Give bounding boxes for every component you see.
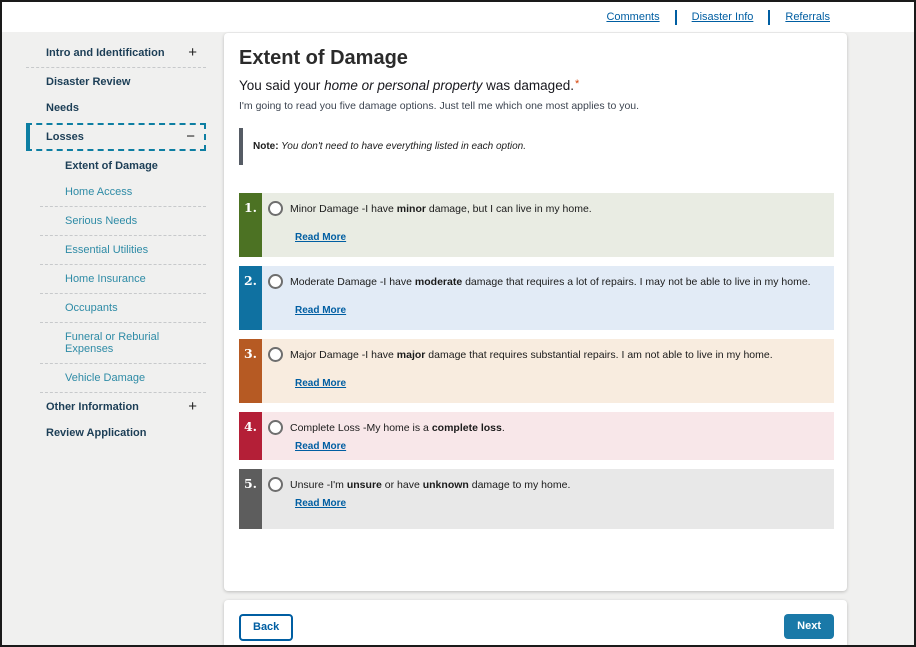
sidebar-item-review-application[interactable]: Review Application bbox=[26, 420, 206, 446]
option-number-block: 1. bbox=[239, 193, 262, 257]
sidebar-subitem-vehicle-damage[interactable]: Vehicle Damage bbox=[26, 365, 206, 391]
radio-button-2[interactable] bbox=[268, 274, 283, 289]
expand-plus-icon[interactable]: + bbox=[188, 402, 200, 412]
sidebar-item-losses[interactable]: Losses − bbox=[26, 123, 206, 151]
note-text: You don't need to have everything listed… bbox=[279, 141, 526, 152]
nav-link-disaster-info[interactable]: Disaster Info bbox=[692, 11, 754, 23]
content-region: Intro and Identification + Disaster Review… bbox=[2, 32, 914, 645]
radio-button-4[interactable] bbox=[268, 420, 283, 435]
sidebar-item-label: Other Information bbox=[46, 401, 139, 413]
application-window: Comments Disaster Info Referrals Intro a… bbox=[0, 0, 916, 647]
option-row-3: 3. Major Damage -I have major damage that… bbox=[239, 339, 834, 403]
option-row-2: 2. Moderate Damage -I have moderate damag… bbox=[239, 266, 834, 330]
page-title: Extent of Damage bbox=[239, 47, 834, 70]
question-italic-phrase: home or personal property bbox=[324, 78, 482, 93]
sidebar: Intro and Identification + Disaster Review… bbox=[2, 32, 224, 645]
option-number: 3. bbox=[244, 346, 257, 361]
option-line: Major Damage -I have major damage that r… bbox=[268, 347, 824, 362]
nav-link-referrals[interactable]: Referrals bbox=[785, 11, 830, 23]
sidebar-divider bbox=[26, 67, 206, 68]
note-label: Note: bbox=[253, 141, 279, 152]
read-more-link-5[interactable]: Read More bbox=[295, 498, 346, 509]
sidebar-subitem-essential-utilities[interactable]: Essential Utilities bbox=[26, 237, 206, 263]
sidebar-item-label: Needs bbox=[46, 102, 79, 114]
sidebar-divider bbox=[40, 322, 206, 323]
option-line: Moderate Damage -I have moderate damage … bbox=[268, 274, 824, 289]
option-label: Minor Damage -I have minor damage, but I… bbox=[290, 201, 592, 215]
radio-button-5[interactable] bbox=[268, 477, 283, 492]
option-label: Moderate Damage -I have moderate damage … bbox=[290, 274, 811, 288]
option-row-5: 5. Unsure -I'm unsure or have unknown dam… bbox=[239, 469, 834, 529]
sidebar-item-needs[interactable]: Needs bbox=[26, 95, 206, 121]
option-number: 2. bbox=[244, 273, 257, 288]
required-asterisk: * bbox=[575, 78, 579, 90]
option-line: Minor Damage -I have minor damage, but I… bbox=[268, 201, 824, 216]
option-label: Complete Loss -My home is a complete los… bbox=[290, 420, 505, 434]
radio-button-3[interactable] bbox=[268, 347, 283, 362]
main-card: Extent of Damage You said your home or p… bbox=[224, 33, 847, 591]
sidebar-nav: Intro and Identification + Disaster Review… bbox=[26, 40, 206, 446]
option-content: Moderate Damage -I have moderate damage … bbox=[262, 266, 834, 330]
sidebar-item-intro-and-identification[interactable]: Intro and Identification + bbox=[26, 40, 206, 66]
sidebar-item-label: Disaster Review bbox=[46, 76, 130, 88]
read-more-link-2[interactable]: Read More bbox=[295, 305, 346, 316]
read-more-link-1[interactable]: Read More bbox=[295, 232, 346, 243]
read-more-link-3[interactable]: Read More bbox=[295, 378, 346, 389]
option-line: Unsure -I'm unsure or have unknown damag… bbox=[268, 477, 824, 492]
option-content: Minor Damage -I have minor damage, but I… bbox=[262, 193, 834, 257]
sidebar-item-label: Losses bbox=[46, 131, 84, 143]
damage-options-list: 1. Minor Damage -I have minor damage, but… bbox=[239, 193, 834, 529]
next-button[interactable]: Next bbox=[784, 614, 834, 639]
nav-separator bbox=[675, 10, 677, 25]
sidebar-divider bbox=[40, 206, 206, 207]
sidebar-subitem-extent-of-damage[interactable]: Extent of Damage bbox=[26, 153, 206, 179]
sidebar-subitem-serious-needs[interactable]: Serious Needs bbox=[26, 208, 206, 234]
option-number: 1. bbox=[244, 200, 257, 215]
sidebar-subitem-occupants[interactable]: Occupants bbox=[26, 295, 206, 321]
sidebar-divider bbox=[40, 293, 206, 294]
active-section-indicator bbox=[26, 123, 30, 151]
nav-separator bbox=[768, 10, 770, 25]
back-button[interactable]: Back bbox=[239, 614, 293, 641]
sidebar-subitem-funeral-or-reburial-expenses[interactable]: Funeral or Reburial Expenses bbox=[26, 324, 206, 362]
sidebar-item-other-information[interactable]: Other Information + bbox=[26, 394, 206, 420]
option-number: 4. bbox=[244, 419, 257, 434]
option-row-4: 4. Complete Loss -My home is a complete l… bbox=[239, 412, 834, 460]
sidebar-divider bbox=[40, 264, 206, 265]
sidebar-item-label: Review Application bbox=[46, 427, 146, 439]
option-number: 5. bbox=[244, 476, 257, 491]
instruction-text: I'm going to read you five damage option… bbox=[239, 100, 834, 112]
option-line: Complete Loss -My home is a complete los… bbox=[268, 420, 824, 435]
sidebar-item-label: Intro and Identification bbox=[46, 47, 165, 59]
radio-button-1[interactable] bbox=[268, 201, 283, 216]
option-number-block: 2. bbox=[239, 266, 262, 330]
sidebar-divider bbox=[40, 235, 206, 236]
option-label: Major Damage -I have major damage that r… bbox=[290, 347, 773, 361]
expand-plus-icon[interactable]: + bbox=[188, 48, 200, 58]
option-content: Major Damage -I have major damage that r… bbox=[262, 339, 834, 403]
collapse-minus-icon[interactable]: − bbox=[186, 132, 198, 142]
option-number-block: 5. bbox=[239, 469, 262, 529]
option-label: Unsure -I'm unsure or have unknown damag… bbox=[290, 477, 570, 491]
nav-link-comments[interactable]: Comments bbox=[606, 11, 659, 23]
read-more-link-4[interactable]: Read More bbox=[295, 441, 346, 452]
option-number-block: 3. bbox=[239, 339, 262, 403]
sidebar-divider bbox=[40, 392, 206, 393]
sidebar-subitem-home-access[interactable]: Home Access bbox=[26, 179, 206, 205]
footer-bar: Back Next bbox=[224, 600, 847, 645]
option-number-block: 4. bbox=[239, 412, 262, 460]
sidebar-item-disaster-review[interactable]: Disaster Review bbox=[26, 69, 206, 95]
option-content: Complete Loss -My home is a complete los… bbox=[262, 412, 834, 460]
sidebar-divider bbox=[40, 363, 206, 364]
top-bar: Comments Disaster Info Referrals bbox=[2, 2, 914, 32]
main-column: Extent of Damage You said your home or p… bbox=[224, 32, 847, 645]
question-text: You said your home or personal property … bbox=[239, 78, 834, 93]
option-row-1: 1. Minor Damage -I have minor damage, but… bbox=[239, 193, 834, 257]
sidebar-subitem-home-insurance[interactable]: Home Insurance bbox=[26, 266, 206, 292]
note-box: Note: You don't need to have everything … bbox=[239, 128, 834, 165]
top-navigation: Comments Disaster Info Referrals bbox=[606, 10, 830, 25]
option-content: Unsure -I'm unsure or have unknown damag… bbox=[262, 469, 834, 529]
